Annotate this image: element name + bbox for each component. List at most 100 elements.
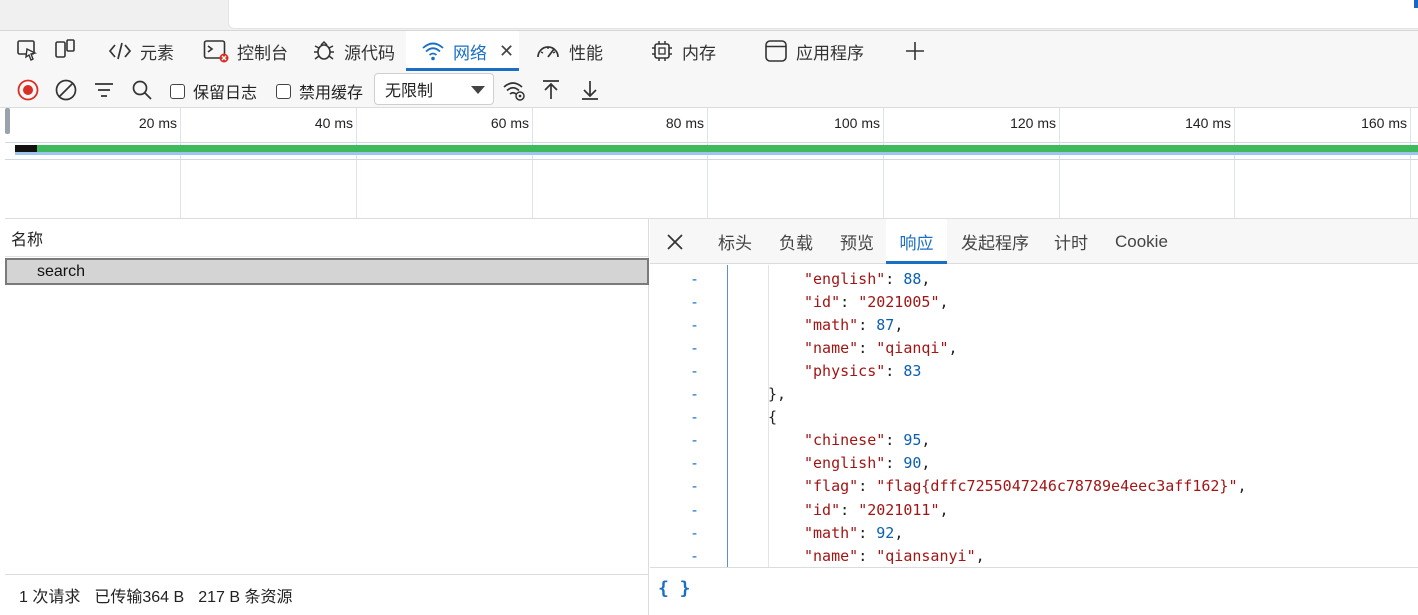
tab-cookie[interactable]: Cookie	[1115, 219, 1168, 264]
code-line: -},	[650, 383, 1418, 406]
overview-gridline	[707, 108, 708, 218]
json-value: 87	[876, 315, 895, 334]
page-viewport-strip	[0, 0, 1418, 31]
json-value: 2021011	[867, 500, 931, 519]
code-line: -{	[650, 406, 1418, 429]
json-punctuation: {	[768, 408, 778, 427]
code-line: - "chinese": 95,	[650, 429, 1418, 452]
tab-response[interactable]: 响应	[886, 219, 947, 264]
tab-application[interactable]: 应用程序	[764, 31, 864, 71]
json-key: id	[813, 500, 832, 519]
request-list-pane: 名称 search 1 次请求 已传输364 B 217 B 条资源	[5, 219, 649, 615]
response-code-view[interactable]: - "english": 88, - "id": "2021005", - "math":…	[650, 265, 1418, 567]
tab-network-label: 网络	[453, 43, 487, 63]
add-tab-icon[interactable]	[902, 38, 928, 64]
overview-tick-label: 20 ms	[138, 115, 177, 131]
request-detail-pane: 标头 负载 预览 响应 发起程序 计时 Cookie - "english": 8…	[650, 219, 1418, 615]
overview-tick-label: 40 ms	[314, 115, 353, 131]
json-key: english	[813, 269, 877, 288]
diff-marker: -	[690, 292, 700, 311]
diff-marker: -	[690, 454, 700, 473]
json-value: 92	[876, 523, 895, 542]
resources-size: 217 B 条资源	[198, 589, 293, 606]
network-conditions-icon[interactable]	[502, 78, 526, 102]
close-icon[interactable]	[664, 231, 686, 253]
overview-download-bar	[37, 145, 1418, 152]
close-icon[interactable]: ✕	[499, 41, 514, 62]
diff-marker: -	[690, 315, 700, 334]
tab-headers[interactable]: 标头	[718, 219, 752, 264]
preserve-log-checkbox[interactable]: 保留日志	[170, 79, 257, 103]
disable-cache-checkbox[interactable]: 禁用缓存	[276, 79, 363, 103]
transferred-size: 已传输364 B	[94, 589, 185, 606]
overview-gridline	[1410, 108, 1411, 218]
network-status-bar: 1 次请求 已传输364 B 217 B 条资源	[5, 574, 649, 615]
json-property: "id": "2021011",	[804, 500, 949, 519]
devtools-tab-strip: 元素 控制台 源代码 网络 ✕ 性能 内存 应用程序	[0, 31, 1418, 71]
json-property: "chinese": 95,	[804, 431, 931, 450]
json-property: "name": "qianqi",	[804, 338, 958, 357]
filter-icon[interactable]	[92, 78, 116, 102]
overview-gridline	[1059, 108, 1060, 218]
tab-memory[interactable]: 内存	[650, 31, 716, 71]
throttling-select[interactable]: 无限制	[374, 73, 494, 105]
tab-sources[interactable]: 源代码	[312, 31, 395, 71]
json-property: "math": 92,	[804, 523, 904, 542]
pretty-print-button[interactable]: { }	[658, 578, 691, 599]
code-line: - "english": 90,	[650, 452, 1418, 475]
clear-icon[interactable]	[54, 78, 78, 102]
table-row[interactable]: search	[5, 258, 649, 285]
tab-preview[interactable]: 预览	[840, 219, 874, 264]
code-line: - "math": 92,	[650, 521, 1418, 544]
json-property: "name": "qiansanyi",	[804, 546, 985, 565]
console-icon	[203, 40, 229, 63]
tab-timing[interactable]: 计时	[1054, 219, 1088, 264]
code-line: - "english": 88,	[650, 267, 1418, 290]
overview-gridline	[532, 108, 533, 218]
json-property: "id": "2021005",	[804, 292, 949, 311]
tab-initiator[interactable]: 发起程序	[961, 219, 1029, 264]
diff-marker: -	[690, 477, 700, 496]
tab-console[interactable]: 控制台	[203, 31, 288, 71]
tab-performance[interactable]: 性能	[535, 31, 603, 71]
search-icon[interactable]	[130, 78, 154, 102]
network-toolbar: 保留日志 禁用缓存 无限制	[0, 71, 1418, 108]
diff-marker: -	[690, 269, 700, 288]
response-footer: { }	[650, 567, 1418, 615]
tab-elements[interactable]: 元素	[108, 31, 174, 71]
json-value: 90	[903, 454, 922, 473]
tab-sources-label: 源代码	[344, 43, 395, 63]
tab-elements-label: 元素	[140, 43, 174, 63]
checkbox-box[interactable]	[170, 83, 185, 99]
overview-tick-label: 60 ms	[490, 115, 529, 131]
code-line: - "math": 87,	[650, 313, 1418, 336]
column-header-name[interactable]: 名称	[5, 219, 649, 257]
tab-console-label: 控制台	[237, 43, 288, 63]
overview-tick-label: 120 ms	[1010, 115, 1056, 131]
tab-network[interactable]: 网络 ✕	[406, 31, 519, 71]
checkbox-box[interactable]	[276, 83, 291, 99]
chevron-down-icon	[471, 86, 485, 94]
tab-payload[interactable]: 负载	[779, 219, 813, 264]
network-overview-timeline[interactable]: 20 ms 40 ms 60 ms 80 ms 100 ms 120 ms 14…	[5, 108, 1418, 219]
inspect-element-icon[interactable]	[14, 37, 40, 63]
device-emulation-icon[interactable]	[52, 37, 78, 63]
preserve-log-label: 保留日志	[193, 85, 258, 102]
overview-resize-handle[interactable]	[5, 108, 10, 134]
code-line: - "id": "2021005",	[650, 290, 1418, 313]
diff-marker: -	[690, 546, 700, 565]
export-har-icon[interactable]	[578, 78, 602, 102]
json-key: name	[813, 546, 850, 565]
overview-waiting-bar	[15, 145, 37, 152]
code-brackets-icon	[108, 42, 132, 60]
diff-marker: -	[690, 523, 700, 542]
diff-marker: -	[690, 338, 700, 357]
page-scroll-indicator	[1414, 0, 1418, 8]
code-line: - "physics": 83	[650, 359, 1418, 382]
stop-recording-icon[interactable]	[16, 78, 40, 102]
json-key: chinese	[813, 431, 877, 450]
import-har-icon[interactable]	[539, 78, 563, 102]
overview-tick-label: 100 ms	[834, 115, 880, 131]
json-key: id	[813, 292, 832, 311]
diff-marker: -	[690, 385, 700, 403]
